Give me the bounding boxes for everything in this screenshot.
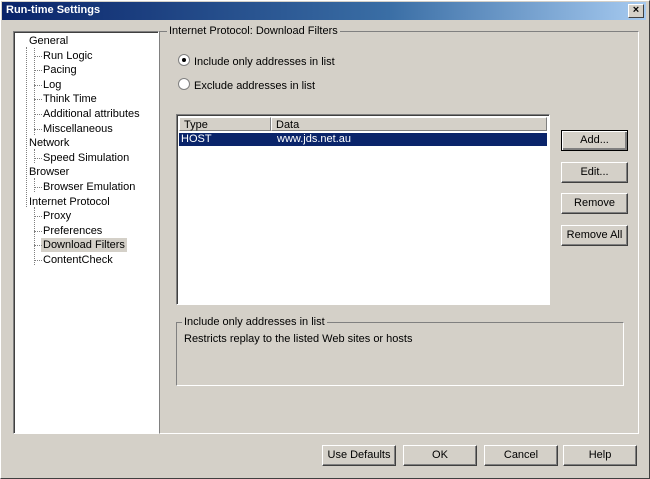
tree-item[interactable]: Browser Emulation bbox=[41, 180, 137, 194]
tree-branch-line bbox=[34, 216, 42, 218]
help-button[interactable]: Help bbox=[563, 445, 637, 466]
column-header-type[interactable]: Type bbox=[179, 117, 271, 131]
tree-branch-line bbox=[34, 128, 42, 130]
tree-branch-line bbox=[34, 245, 42, 247]
tree-item[interactable]: Download Filters bbox=[41, 238, 127, 253]
edit-button[interactable]: Edit... bbox=[561, 162, 628, 183]
tree-item[interactable]: Speed Simulation bbox=[41, 151, 131, 165]
tree-item[interactable]: Think Time bbox=[41, 92, 99, 106]
exclude-radio-option[interactable]: Exclude addresses in list bbox=[178, 78, 315, 92]
ok-button[interactable]: OK bbox=[403, 445, 477, 466]
title-bar: Run-time Settings × bbox=[2, 2, 646, 20]
tree-branch-line bbox=[34, 230, 42, 232]
close-button[interactable]: × bbox=[628, 4, 644, 18]
exclude-radio-button[interactable] bbox=[178, 78, 190, 90]
tree-guide-line bbox=[34, 48, 35, 135]
close-icon: × bbox=[632, 4, 640, 16]
tree-item[interactable]: Log bbox=[41, 78, 63, 92]
description-title: Include only addresses in list bbox=[182, 316, 327, 328]
tree-guide-line bbox=[34, 149, 35, 163]
tree-branch-line bbox=[34, 84, 42, 86]
window-title: Run-time Settings bbox=[6, 4, 101, 16]
tree-item[interactable]: Additional attributes bbox=[41, 107, 142, 121]
remove-button[interactable]: Remove bbox=[561, 193, 628, 214]
include-radio-option[interactable]: Include only addresses in list bbox=[178, 54, 335, 68]
panel-title: Internet Protocol: Download Filters bbox=[167, 25, 340, 37]
tree-item[interactable]: Preferences bbox=[41, 224, 104, 238]
column-header-data[interactable]: Data bbox=[271, 117, 547, 131]
add-button[interactable]: Add... bbox=[561, 130, 628, 151]
address-list[interactable]: Type Data HOST www.jds.net.au bbox=[176, 114, 550, 305]
tree-branch-line bbox=[34, 99, 42, 101]
tree-item[interactable]: ContentCheck bbox=[41, 253, 115, 267]
use-defaults-button[interactable]: Use Defaults bbox=[322, 445, 396, 466]
tree-branch-line bbox=[34, 187, 42, 188]
include-radio-label: Include only addresses in list bbox=[194, 56, 335, 68]
table-row[interactable]: HOST www.jds.net.au bbox=[179, 133, 547, 146]
description-box bbox=[176, 322, 624, 386]
row-type-cell: HOST bbox=[181, 133, 212, 145]
remove-all-button[interactable]: Remove All bbox=[561, 225, 628, 246]
tree-branch-line bbox=[34, 157, 42, 159]
tree-guide-line bbox=[26, 47, 27, 207]
tree-branch-line bbox=[34, 260, 42, 261]
tree-item[interactable]: Proxy bbox=[41, 209, 73, 223]
tree-branch-line bbox=[34, 114, 42, 115]
row-data-cell: www.jds.net.au bbox=[277, 133, 351, 145]
tree-branch-line bbox=[34, 70, 42, 72]
tree-guide-line bbox=[34, 178, 35, 192]
tree-branch-line bbox=[34, 55, 42, 57]
tree-item[interactable]: General bbox=[27, 34, 70, 48]
tree-item[interactable]: Run Logic bbox=[41, 49, 95, 63]
settings-tree: General Run Logic Pacing Log Think Time Addit… bbox=[13, 31, 159, 434]
tree-item[interactable]: Internet Protocol bbox=[27, 195, 112, 209]
tree-item[interactable]: Pacing bbox=[41, 63, 79, 77]
tree-item[interactable]: Network bbox=[27, 136, 71, 150]
exclude-radio-label: Exclude addresses in list bbox=[194, 80, 316, 92]
include-radio-button[interactable] bbox=[178, 54, 190, 66]
cancel-button[interactable]: Cancel bbox=[484, 445, 558, 466]
tree-item[interactable]: Miscellaneous bbox=[41, 122, 115, 136]
tree-item[interactable]: Browser bbox=[27, 165, 71, 179]
description-text: Restricts replay to the listed Web sites… bbox=[184, 333, 413, 345]
